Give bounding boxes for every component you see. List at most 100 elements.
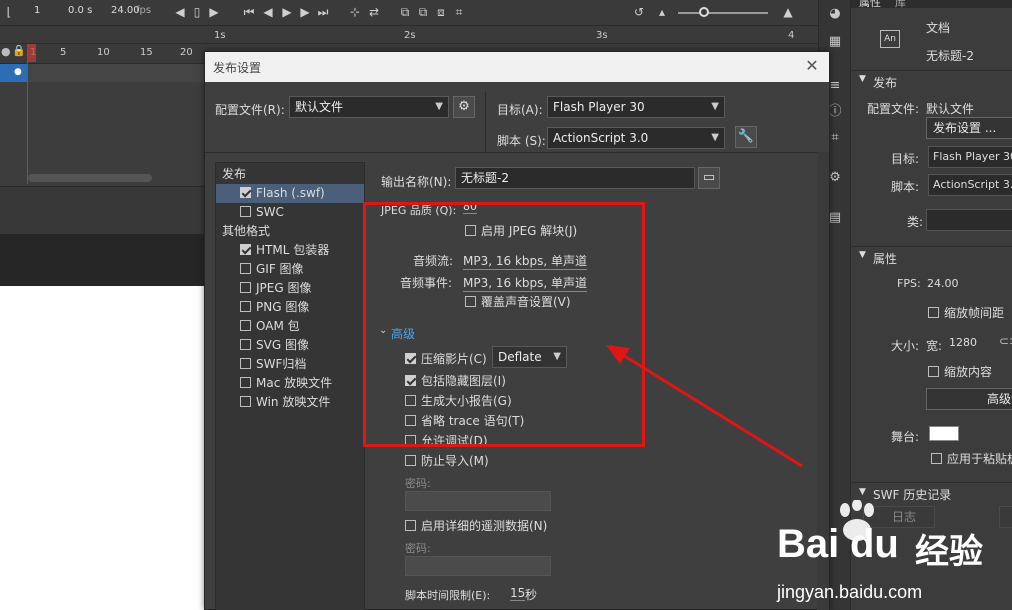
undo-icon[interactable]: ↺ bbox=[632, 4, 646, 20]
profile-select[interactable]: 默认文件 ▼ bbox=[289, 96, 449, 118]
format-item-html[interactable]: HTML 包装器 bbox=[216, 241, 364, 260]
center-frame-icon[interactable]: ⊹ bbox=[348, 4, 362, 20]
format-item-oam[interactable]: OAM 包 bbox=[216, 317, 364, 336]
collapse-arrow-icon: ▼ bbox=[859, 74, 866, 84]
script-select[interactable]: ActionScript 3.0 ▼ bbox=[547, 127, 725, 149]
format-item-flash[interactable]: Flash (.swf) bbox=[216, 184, 364, 203]
fps-label: FPS: bbox=[897, 277, 921, 290]
password-input[interactable] bbox=[405, 491, 551, 511]
format-item-swc[interactable]: SWC bbox=[216, 203, 364, 222]
publish-section-title: 发布 bbox=[873, 76, 898, 90]
current-time[interactable]: 0.0 s bbox=[68, 5, 92, 16]
onion-skin-icon[interactable]: ⧉ bbox=[398, 4, 412, 20]
loop-icon[interactable]: ⇄ bbox=[367, 4, 381, 20]
doc-name: 无标题-2 bbox=[926, 49, 974, 63]
eye-icon[interactable]: ● bbox=[1, 45, 11, 58]
protect-import-checkbox[interactable]: 防止导入(M) bbox=[405, 452, 489, 469]
fps-value[interactable]: 24.00 bbox=[927, 277, 959, 290]
step-forward-icon[interactable]: ▶ bbox=[298, 4, 312, 20]
profile-value: 默认文件 bbox=[926, 102, 975, 116]
width-label: 宽: bbox=[926, 339, 943, 353]
detailed-telemetry-checkbox[interactable]: 启用详细的遥测数据(N) bbox=[405, 517, 547, 534]
tab-library[interactable]: 库 bbox=[895, 0, 906, 10]
format-item-label: OAM 包 bbox=[256, 319, 300, 333]
format-item-svg[interactable]: SVG 图像 bbox=[216, 336, 364, 355]
advanced-settings-button[interactable]: 高级设 bbox=[926, 388, 1012, 410]
dialog-titlebar[interactable]: 发布设置 ✕ bbox=[205, 52, 829, 82]
stage-color-swatch[interactable] bbox=[929, 426, 959, 441]
doc-type-label: 文档 bbox=[926, 21, 951, 35]
scale-content-checkbox[interactable]: 缩放内容 bbox=[928, 363, 992, 380]
publish-section-header[interactable]: ▼ 发布 bbox=[851, 70, 1012, 92]
ruler-second-label: 1s bbox=[214, 30, 226, 41]
script-label: 脚本 (S): bbox=[497, 134, 546, 148]
target-select[interactable]: Flash Player 30 ▼ bbox=[547, 96, 725, 118]
watermark-url: jingyan.baidu.com bbox=[777, 582, 923, 602]
stage-label: 舞台: bbox=[891, 430, 920, 444]
format-item-swf-archive[interactable]: SWF归档 bbox=[216, 355, 364, 374]
palette-icon[interactable]: ◕ bbox=[827, 6, 843, 22]
timeline-scrollbar[interactable] bbox=[28, 174, 152, 182]
next-keyframe-icon[interactable]: ▶ bbox=[207, 4, 221, 20]
format-item-label: PNG 图像 bbox=[256, 300, 310, 314]
chevron-down-icon: ▼ bbox=[711, 101, 719, 112]
prev-keyframe-icon[interactable]: ◀ bbox=[173, 4, 187, 20]
collapse-arrow-icon: ▼ bbox=[859, 487, 866, 497]
go-first-frame-icon[interactable]: ⏮ bbox=[242, 4, 256, 20]
output-name-input[interactable]: 无标题-2 bbox=[455, 167, 695, 189]
tab-properties[interactable]: 属性 bbox=[859, 0, 881, 10]
format-item-png[interactable]: PNG 图像 bbox=[216, 298, 364, 317]
watermark-jingyan: 经验 bbox=[915, 532, 983, 572]
telemetry-password-input[interactable] bbox=[405, 556, 551, 576]
wrench-icon[interactable]: 🔧 bbox=[735, 126, 757, 148]
swatches-icon[interactable]: ▦ bbox=[827, 34, 843, 50]
go-last-frame-icon[interactable]: ⏭ bbox=[316, 4, 330, 20]
format-item-jpeg[interactable]: JPEG 图像 bbox=[216, 279, 364, 298]
publish-header: 发布 bbox=[222, 167, 247, 181]
edit-multiple-icon[interactable]: ⧈ bbox=[434, 4, 448, 20]
insert-keyframe-icon[interactable]: ▯ bbox=[190, 4, 204, 20]
apply-pasteboard-checkbox[interactable]: 应用于粘贴板 bbox=[931, 450, 1012, 467]
current-frame[interactable]: 1 bbox=[34, 5, 40, 16]
output-name-label: 输出名称(N): bbox=[381, 175, 452, 189]
script-time-limit-value[interactable]: 15 bbox=[510, 586, 526, 601]
lock-icon[interactable]: 🔒 bbox=[12, 44, 26, 57]
width-value[interactable]: 1280 bbox=[949, 336, 977, 349]
layer-selected[interactable]: ● bbox=[0, 64, 28, 82]
onion-outline-icon[interactable]: ⧉ bbox=[416, 4, 430, 20]
timeline-toolbar: ⌊ 1 0.0 s 24.00 fps ◀ ▯ ▶ ⏮ ◀ ▶ ▶ ⏭ ⊹ ⇄ … bbox=[0, 0, 850, 26]
publish-settings-button[interactable]: 发布设置 ... bbox=[926, 117, 1012, 139]
class-input[interactable] bbox=[926, 209, 1012, 231]
document-icon: An bbox=[880, 30, 900, 48]
target-select[interactable]: Flash Player 30 bbox=[928, 146, 1012, 168]
script-select[interactable]: ActionScript 3.0 bbox=[928, 174, 1012, 196]
format-item-label: Flash (.swf) bbox=[256, 186, 325, 200]
format-item-mac[interactable]: Mac 放映文件 bbox=[216, 374, 364, 393]
folder-icon[interactable]: ▭ bbox=[698, 167, 720, 189]
profile-label: 配置文件(R): bbox=[215, 103, 285, 117]
scale-spans-checkbox[interactable]: 缩放帧间距 bbox=[928, 304, 1004, 321]
properties-section-header[interactable]: ▼ 属性 bbox=[851, 246, 1012, 268]
close-icon[interactable]: ✕ bbox=[803, 56, 821, 75]
profile-select-value: 默认文件 bbox=[295, 100, 344, 114]
class-label: 类: bbox=[907, 215, 924, 229]
zoom-slider-track[interactable] bbox=[678, 12, 768, 14]
onion-markers-icon[interactable]: ⌗ bbox=[452, 4, 466, 20]
script-time-limit-label: 脚本时间限制(E): bbox=[405, 589, 491, 602]
gear-icon[interactable]: ⚙ bbox=[453, 96, 475, 118]
play-icon[interactable]: ▶ bbox=[280, 4, 294, 20]
ruler-second-label: 3s bbox=[596, 30, 608, 41]
format-item-gif[interactable]: GIF 图像 bbox=[216, 260, 364, 279]
stage-pasteboard bbox=[0, 234, 204, 286]
fps-unit: fps bbox=[136, 5, 152, 16]
apply-pasteboard-label: 应用于粘贴板 bbox=[947, 452, 1012, 466]
small-mountain-icon: ▴ bbox=[658, 5, 666, 19]
dialog-title: 发布设置 bbox=[213, 61, 262, 75]
ruler-frame-label: 10 bbox=[97, 47, 110, 58]
format-item-win[interactable]: Win 放映文件 bbox=[216, 393, 364, 412]
stage-canvas[interactable] bbox=[0, 286, 204, 610]
link-icon[interactable]: ⊂⊃ bbox=[999, 334, 1012, 348]
graph-icon[interactable]: ⌊ bbox=[2, 4, 16, 20]
zoom-slider-thumb[interactable] bbox=[699, 7, 709, 17]
step-back-icon[interactable]: ◀ bbox=[261, 4, 275, 20]
